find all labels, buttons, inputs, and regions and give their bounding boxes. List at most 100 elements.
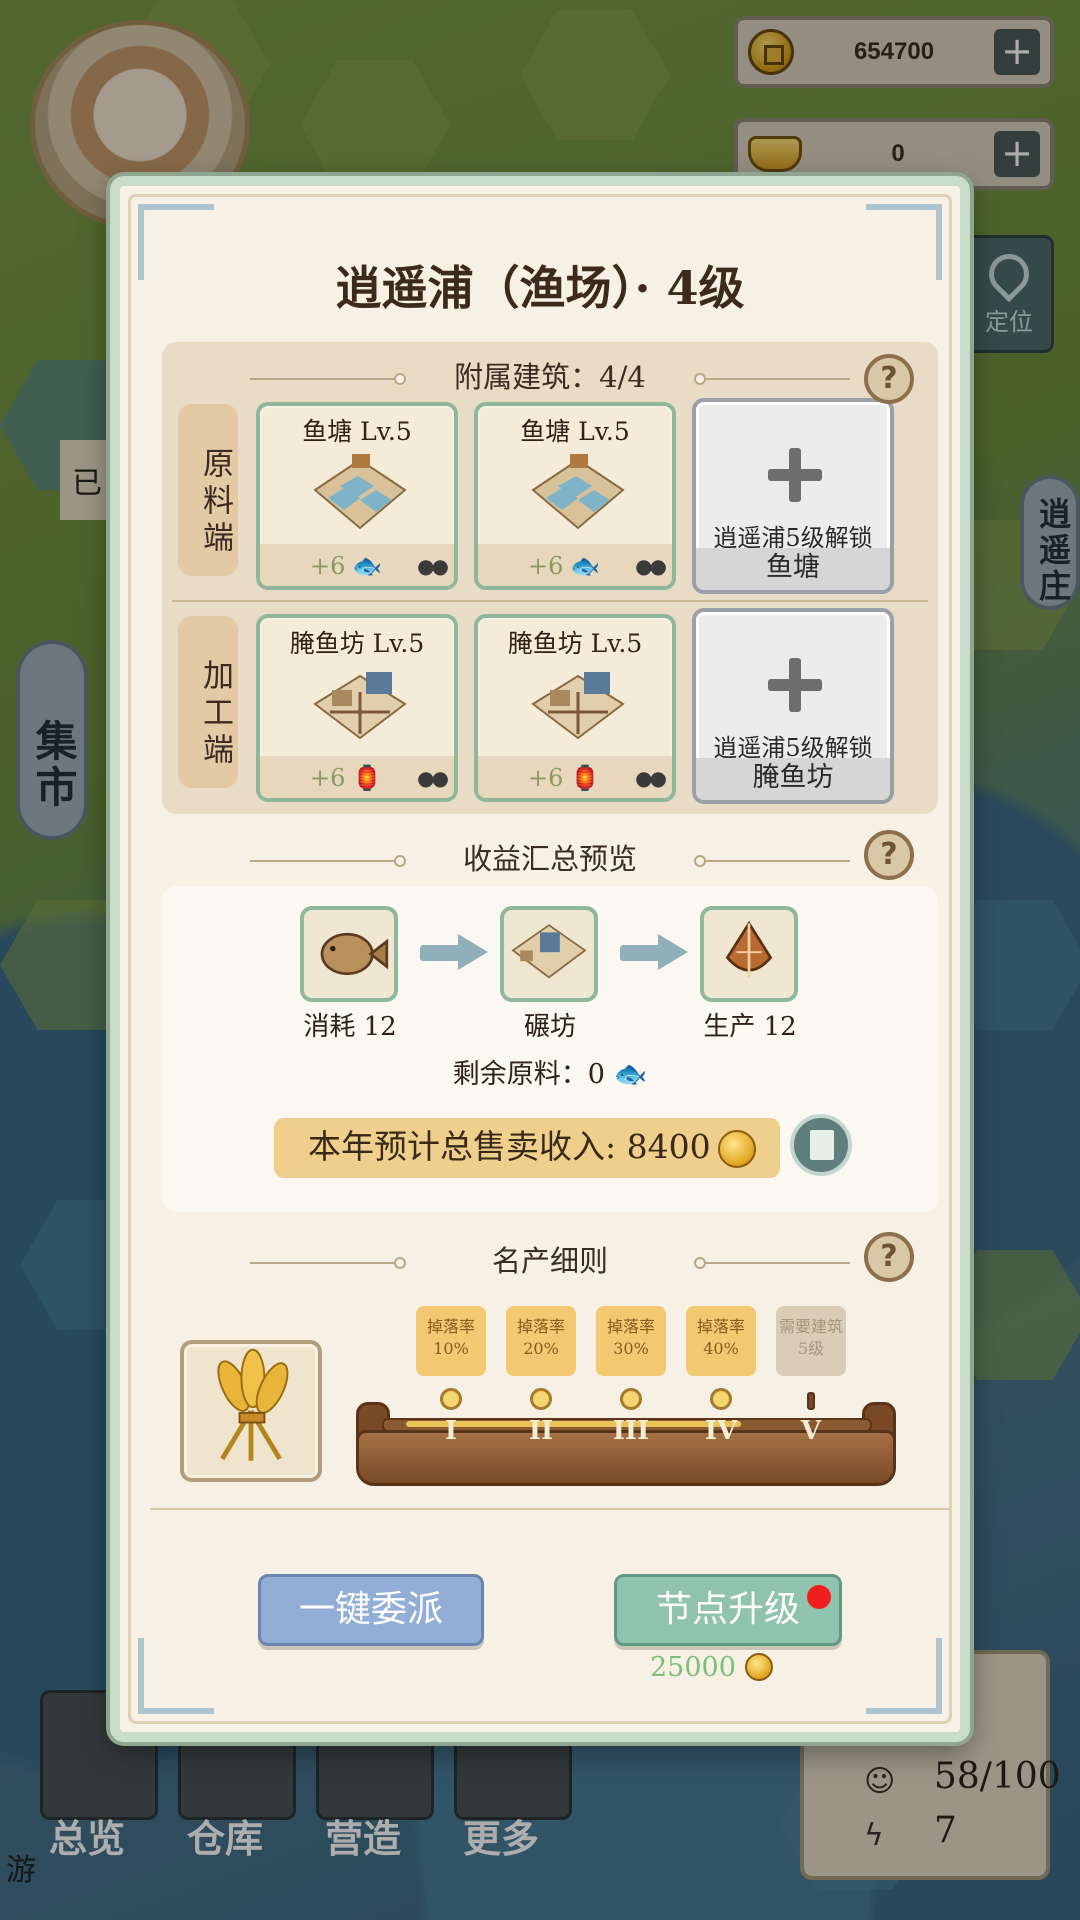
- fish-icon: 🐟: [352, 552, 382, 580]
- footer-divider: [150, 1508, 950, 1510]
- tier-node: [620, 1388, 642, 1410]
- fish-pond-icon: [531, 454, 625, 530]
- notification-dot: [807, 1585, 831, 1609]
- salted-fish-icon: 🏮: [352, 764, 382, 792]
- tier-numeral: IV: [704, 1416, 738, 1446]
- locked-building-name: 鱼塘: [696, 548, 890, 590]
- tier-item[interactable]: 掉落率 40% IV: [686, 1306, 756, 1446]
- gold-coin-icon: [744, 1653, 773, 1681]
- drop-rate-badge: 掉落率 10%: [416, 1306, 486, 1376]
- tier-item[interactable]: 掉落率 30% III: [596, 1306, 666, 1446]
- drop-rate-value: 5级: [797, 1339, 825, 1358]
- corner-ornament: [866, 1638, 942, 1714]
- workers-icon: ●●: [417, 766, 449, 790]
- row-divider: [172, 600, 928, 602]
- building-yield: +6: [310, 764, 346, 792]
- salting-workshop-icon: [313, 672, 407, 740]
- upgrade-cost-value: 25000: [650, 1652, 736, 1683]
- tier-item-locked[interactable]: 需要建筑 5级 V: [776, 1306, 846, 1446]
- upgrade-node-button[interactable]: 节点升级: [614, 1574, 842, 1646]
- drop-rate-value: 40%: [703, 1339, 739, 1358]
- tier-node: [807, 1392, 815, 1410]
- specialty-title: 名产细则: [491, 1244, 608, 1278]
- divider-ornament: [250, 855, 406, 867]
- building-card[interactable]: 腌鱼坊 Lv.5 +6 🏮 ●●: [256, 614, 458, 802]
- divider-ornament: [694, 855, 850, 867]
- help-button[interactable]: ?: [864, 1232, 914, 1282]
- tier-numeral: V: [800, 1416, 822, 1446]
- tier-item[interactable]: 掉落率 10% I: [416, 1306, 486, 1446]
- building-yield: +6: [528, 552, 564, 580]
- produce-item: 生产 12: [700, 906, 800, 1043]
- tier-numeral: II: [528, 1416, 554, 1446]
- income-header: 收益汇总预览: [120, 836, 980, 886]
- consume-item: 消耗 12: [300, 906, 400, 1043]
- drop-rate-value: 10%: [433, 1339, 469, 1358]
- drop-rate-label: 需要建筑: [778, 1317, 843, 1336]
- dialog-title: 逍遥浦（渔场）· 4级: [335, 261, 745, 315]
- drop-rate-badge: 需要建筑 5级: [776, 1306, 846, 1376]
- tier-numeral: I: [444, 1416, 458, 1446]
- building-name: 鱼塘 Lv.5: [302, 417, 412, 446]
- tier-item[interactable]: 掉落率 20% II: [506, 1306, 576, 1446]
- fish-pond-icon: [313, 454, 407, 530]
- income-title: 收益汇总预览: [462, 842, 637, 876]
- help-button[interactable]: ?: [864, 354, 914, 404]
- income-panel: 消耗 12 碾坊 生产 12 剩余原料：0 🐟 本年预计总售卖收入: 8400: [162, 886, 938, 1212]
- dispatch-all-button[interactable]: 一键委派: [258, 1574, 484, 1646]
- divider-ornament: [694, 1257, 850, 1269]
- divider-ornament: [250, 1257, 406, 1269]
- specialty-header: 名产细则: [120, 1238, 980, 1288]
- workers-icon: ●●: [417, 554, 449, 578]
- wheat-icon[interactable]: [180, 1340, 322, 1482]
- mill-icon[interactable]: [500, 906, 598, 1002]
- building-card[interactable]: 鱼塘 Lv.5 +6 🐟 ●●: [474, 402, 676, 590]
- locked-building-slot[interactable]: 逍遥浦5级解锁 腌鱼坊: [692, 608, 894, 804]
- gold-coin-icon: [718, 1130, 756, 1168]
- drop-rate-label: 掉落率: [606, 1317, 655, 1336]
- attached-buildings-header: 附属建筑：4/4: [120, 354, 980, 404]
- drop-rate-label: 掉落率: [696, 1317, 745, 1336]
- remaining-label: 剩余原料：0: [452, 1059, 605, 1090]
- revenue-label: 本年预计总售卖收入: 8400: [308, 1127, 711, 1166]
- drop-rate-badge: 掉落率 40%: [686, 1306, 756, 1376]
- ledger-icon: [810, 1130, 834, 1160]
- salted-fish-icon[interactable]: [700, 906, 798, 1002]
- row-tag-raw: 原料端: [178, 404, 238, 576]
- remaining-materials: 剩余原料：0 🐟: [162, 1052, 938, 1091]
- annual-revenue: 本年预计总售卖收入: 8400: [274, 1118, 780, 1178]
- upgrade-label: 节点升级: [655, 1589, 800, 1630]
- produce-label: 生产 12: [703, 1012, 797, 1042]
- fish-icon[interactable]: [300, 906, 398, 1002]
- help-button[interactable]: ?: [864, 830, 914, 880]
- building-card[interactable]: 腌鱼坊 Lv.5 +6 🏮 ●●: [474, 614, 676, 802]
- drop-rate-value: 20%: [523, 1339, 559, 1358]
- consume-label: 消耗 12: [303, 1012, 397, 1042]
- tier-node: [710, 1388, 732, 1410]
- building-yield: +6: [310, 552, 346, 580]
- salted-fish-icon: 🏮: [570, 764, 600, 792]
- corner-ornament: [138, 1638, 214, 1714]
- workshop-label: 碾坊: [523, 1012, 576, 1042]
- drop-rate-label: 掉落率: [516, 1317, 565, 1336]
- row-tag-processing: 加工端: [178, 616, 238, 788]
- building-name: 腌鱼坊 Lv.5: [507, 629, 643, 658]
- specialty-drop-track: 掉落率 10% I 掉落率 20% II 掉落率 30% III 掉落率 40%…: [180, 1306, 920, 1516]
- workers-icon: ●●: [635, 554, 667, 578]
- fish-icon: 🐟: [613, 1059, 648, 1090]
- divider-ornament: [250, 373, 406, 385]
- workers-icon: ●●: [635, 766, 667, 790]
- building-card[interactable]: 鱼塘 Lv.5 +6 🐟 ●●: [256, 402, 458, 590]
- drop-rate-value: 30%: [613, 1339, 649, 1358]
- add-icon: [768, 658, 822, 712]
- locked-building-slot[interactable]: 逍遥浦5级解锁 鱼塘: [692, 398, 894, 594]
- workshop-item: 碾坊: [500, 906, 600, 1043]
- upgrade-cost: 25000: [650, 1652, 773, 1683]
- ledger-button[interactable]: [790, 1114, 852, 1176]
- tier-node: [440, 1388, 462, 1410]
- arrow-right-icon: [420, 934, 490, 970]
- attached-buildings-title: 附属建筑：4/4: [454, 360, 646, 394]
- arrow-right-icon: [620, 934, 690, 970]
- fish-icon: 🐟: [570, 552, 600, 580]
- drop-rate-badge: 掉落率 20%: [506, 1306, 576, 1376]
